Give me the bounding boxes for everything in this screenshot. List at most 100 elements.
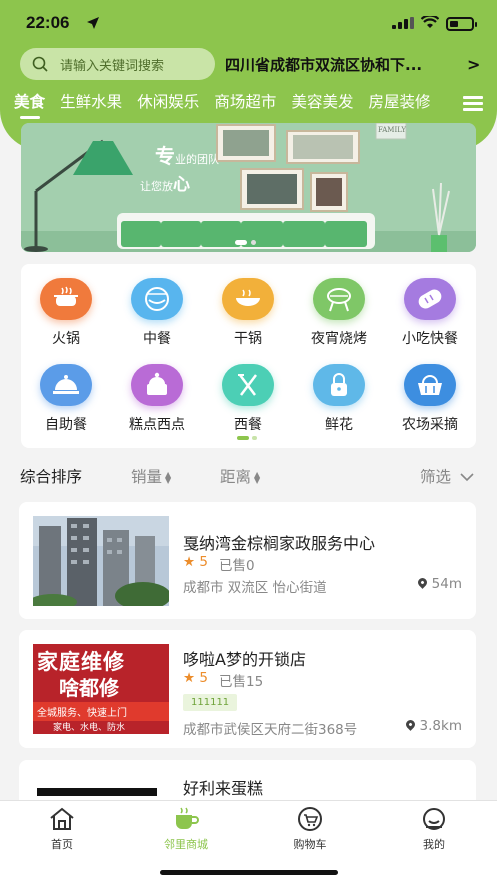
banner-dot — [251, 240, 256, 245]
store-address: 成都市 双流区 怡心街道 — [183, 580, 327, 596]
tab-leisure[interactable]: 休闲娱乐 — [137, 90, 199, 112]
tab-supermarket[interactable]: 商场超市 — [214, 90, 276, 112]
sort-distance-label: 距离 — [220, 468, 252, 486]
category-grid: 火锅 中餐 干锅 夜宵烧烤 小吃快餐 自助餐 糕点西点 西餐 鲜花 农场采摘 — [21, 264, 476, 448]
banner-headline: 专业的团队 — [155, 140, 219, 169]
store-sold: 已售15 — [219, 674, 264, 690]
sort-bar: 综合排序 销量 ▲ ▼ 距离 ▲ ▼ 筛选 — [0, 460, 497, 490]
banner-pager — [235, 240, 260, 259]
category-flowers[interactable]: 鲜花 — [294, 364, 384, 434]
store-card[interactable]: 戛纳湾金棕榈家政服务中心 ★ 5 已售0 成都市 双流区 怡心街道 54m — [19, 502, 476, 619]
sort-arrows-icon: ▲ ▼ — [254, 469, 261, 485]
category-tabs: 美食 生鲜水果 休闲娱乐 商场超市 美容美发 房屋装修 — [14, 90, 454, 120]
tab-cart[interactable]: 购物车 — [270, 807, 350, 852]
star-icon: ★ — [183, 670, 196, 686]
category-label: 干锅 — [234, 331, 262, 347]
dome-icon — [40, 364, 92, 406]
home-indicator — [160, 870, 338, 875]
banner-illustration — [21, 123, 476, 252]
category-pager — [237, 436, 260, 455]
battery-icon — [446, 17, 477, 31]
store-card[interactable]: 家庭维修 啥都修 全城服务、快速上门 家电、水电、防水 哆啦A梦的开锁店 ★ 5… — [19, 630, 476, 748]
banner-char-1: 专 — [155, 144, 175, 168]
category-buffet[interactable]: 自助餐 — [21, 364, 111, 434]
category-label: 西餐 — [234, 417, 262, 433]
profile-icon — [423, 808, 445, 830]
sort-sales-label: 销量 — [131, 468, 163, 486]
chevron-right-icon[interactable]: > — [467, 55, 480, 74]
status-bar: 22:06 — [0, 0, 497, 46]
tab-decoration[interactable]: 房屋装修 — [369, 90, 431, 112]
search-input[interactable]: 请输入关键词搜索 — [20, 48, 215, 80]
tab-neighborhood-mall[interactable]: 邻里商城 — [146, 807, 226, 852]
drypot-icon — [222, 278, 274, 320]
tab-label: 邻里商城 — [164, 838, 208, 851]
rating-value: 5 — [199, 670, 208, 686]
sort-comprehensive[interactable]: 综合排序 — [20, 465, 82, 487]
store-sold: 已售0 — [219, 558, 255, 574]
tab-home[interactable]: 首页 — [22, 807, 102, 852]
store-address: 成都市武侯区天府二街368号 — [183, 722, 358, 738]
category-pastry[interactable]: 糕点西点 — [112, 364, 202, 434]
location-pin-icon — [415, 576, 429, 589]
tab-label: 购物车 — [293, 838, 327, 851]
filter-label: 筛选 — [420, 468, 452, 486]
distance-value: 54m — [431, 576, 462, 592]
category-snack[interactable]: 小吃快餐 — [385, 278, 475, 348]
banner-frame-label: FAMILY — [378, 126, 407, 134]
category-farm[interactable]: 农场采摘 — [385, 364, 475, 434]
cake-icon — [131, 364, 183, 406]
store-image — [33, 516, 169, 606]
location-pin-icon — [403, 718, 417, 731]
home-icon — [50, 807, 74, 830]
category-dot — [252, 436, 257, 440]
banner-subtext-1: 业的团队 — [175, 153, 219, 166]
promo-banner[interactable]: FAMILY — [21, 123, 476, 252]
category-label: 小吃快餐 — [402, 331, 458, 347]
category-drypot[interactable]: 干锅 — [203, 278, 293, 348]
category-bbq[interactable]: 夜宵烧烤 — [294, 278, 384, 348]
category-label: 自助餐 — [45, 417, 87, 433]
tab-label: 首页 — [51, 838, 73, 851]
status-time: 22:06 — [26, 13, 70, 32]
store-rating: ★ 5 — [183, 554, 208, 570]
category-chinese[interactable]: 中餐 — [112, 278, 202, 348]
location-arrow-icon — [87, 17, 99, 29]
tab-food[interactable]: 美食 — [14, 90, 45, 112]
bbq-icon — [313, 278, 365, 320]
store-name: 好利来蛋糕 — [183, 779, 264, 798]
banner-tagline: 让您放心 — [140, 170, 190, 195]
sort-arrows-icon: ▲ ▼ — [165, 469, 172, 485]
category-dot-active — [237, 436, 249, 440]
sort-distance[interactable]: 距离 ▲ ▼ — [220, 465, 260, 487]
category-label: 糕点西点 — [129, 417, 185, 433]
category-label: 中餐 — [143, 331, 171, 347]
distance-value: 3.8km — [419, 718, 462, 734]
active-tab-indicator — [20, 116, 40, 119]
hotpot-icon — [40, 278, 92, 320]
store-distance: 3.8km — [403, 718, 462, 734]
store-name: 哆啦A梦的开锁店 — [183, 650, 306, 669]
banner-subtext-2: 让您放 — [140, 180, 173, 193]
store-tag: 111111 — [183, 694, 238, 711]
image-caption-1: 全城服务、快速上门 — [33, 702, 169, 721]
menu-icon[interactable] — [463, 95, 483, 111]
category-label: 鲜花 — [325, 417, 353, 433]
chevron-down-icon — [460, 473, 474, 482]
filter-button[interactable]: 筛选 — [420, 465, 474, 487]
category-hotpot[interactable]: 火锅 — [21, 278, 111, 348]
bowl-icon — [131, 278, 183, 320]
tab-fresh-fruit[interactable]: 生鲜水果 — [60, 90, 122, 112]
basket-icon — [404, 364, 456, 406]
tab-beauty[interactable]: 美容美发 — [291, 90, 353, 112]
search-icon — [32, 56, 48, 72]
search-placeholder: 请输入关键词搜索 — [60, 59, 165, 74]
image-headline-2: 啥都修 — [59, 676, 119, 700]
tab-profile[interactable]: 我的 — [394, 807, 474, 852]
banner-dot-active — [235, 240, 247, 245]
cutlery-icon — [222, 364, 274, 406]
location-address[interactable]: 四川省成都市双流区协和下... — [225, 54, 463, 75]
store-image: 家庭维修 啥都修 全城服务、快速上门 家电、水电、防水 — [33, 644, 169, 734]
category-western[interactable]: 西餐 — [203, 364, 293, 434]
sort-sales[interactable]: 销量 ▲ ▼ — [131, 465, 171, 487]
